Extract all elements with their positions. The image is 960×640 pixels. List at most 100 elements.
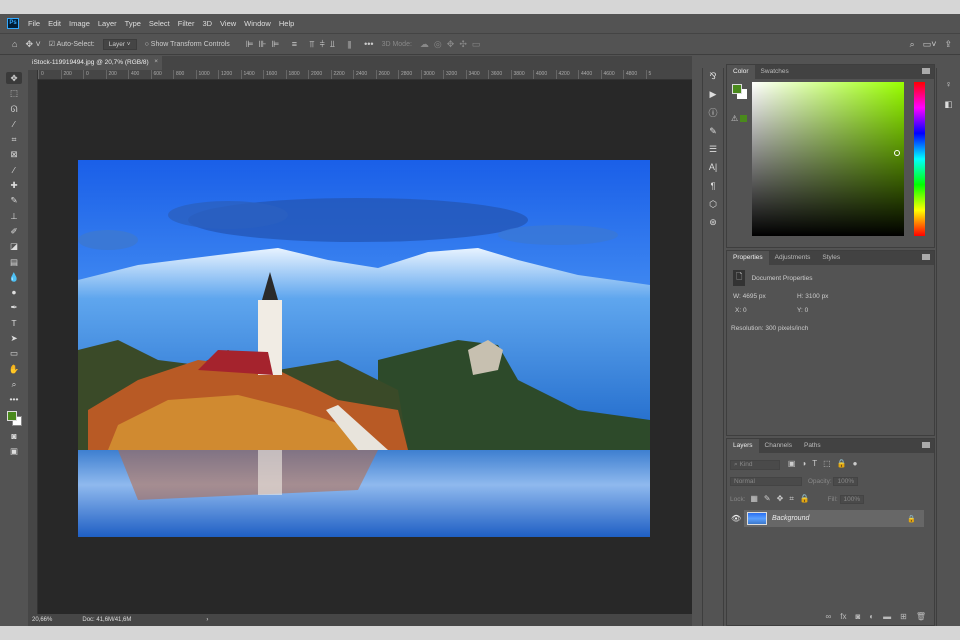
crop-tool-icon[interactable]: ⌗ bbox=[6, 133, 22, 145]
panel-menu-icon[interactable] bbox=[922, 442, 930, 448]
quick-mask-icon[interactable]: ◙ bbox=[6, 430, 22, 442]
lightbulb-icon[interactable]: ♀ bbox=[941, 78, 957, 90]
screen-mode-icon[interactable]: ▣ bbox=[6, 445, 22, 457]
close-icon[interactable]: × bbox=[154, 58, 158, 65]
foreground-swatch[interactable] bbox=[732, 84, 742, 94]
color-swatches[interactable] bbox=[6, 409, 22, 427]
dodge-tool-icon[interactable]: ● bbox=[6, 286, 22, 298]
tab-swatches[interactable]: Swatches bbox=[755, 65, 795, 79]
tab-channels[interactable]: Channels bbox=[759, 439, 798, 453]
brush-tool-icon[interactable]: ✎ bbox=[6, 194, 22, 206]
tab-styles[interactable]: Styles bbox=[816, 251, 846, 265]
menu-type[interactable]: Type bbox=[125, 19, 141, 28]
info-icon[interactable]: ⓘ bbox=[705, 107, 721, 119]
width-value[interactable]: W: 4695 px bbox=[733, 293, 766, 300]
eyedropper-icon[interactable]: ⁄ bbox=[6, 164, 22, 176]
move-tool-preset-icon[interactable]: ✥ ˅ bbox=[25, 39, 40, 50]
trash-icon[interactable]: 🗑 bbox=[916, 612, 926, 621]
character-icon[interactable]: A| bbox=[705, 161, 721, 173]
menu-image[interactable]: Image bbox=[69, 19, 90, 28]
tab-paths[interactable]: Paths bbox=[798, 439, 827, 453]
x-value[interactable]: X: 0 bbox=[735, 307, 747, 314]
menu-window[interactable]: Window bbox=[244, 19, 271, 28]
paragraph-icon[interactable]: ¶ bbox=[705, 180, 721, 192]
menu-layer[interactable]: Layer bbox=[98, 19, 117, 28]
document-tab[interactable]: iStock-119919494.jpg @ 20,7% (RGB/8) × bbox=[28, 56, 162, 70]
blend-mode-dropdown[interactable]: Normal bbox=[730, 477, 802, 486]
new-layer-icon[interactable]: ⊞ bbox=[900, 612, 907, 621]
menu-view[interactable]: View bbox=[220, 19, 236, 28]
fx-icon[interactable]: fx bbox=[840, 612, 846, 621]
zoom-tool-icon[interactable]: ⌕ bbox=[6, 378, 22, 390]
3d-icon[interactable]: ⬡ bbox=[705, 198, 721, 210]
group-folder-icon[interactable]: ▬ bbox=[883, 612, 891, 621]
color-field[interactable] bbox=[752, 82, 904, 236]
show-transform-checkbox[interactable]: ○ Show Transform Controls bbox=[145, 41, 230, 48]
libraries-icon[interactable]: ◧ bbox=[941, 98, 957, 110]
color-picker-handle[interactable] bbox=[894, 150, 900, 156]
path-selection-icon[interactable]: ➤ bbox=[6, 332, 22, 344]
learn-icon[interactable]: ⊛ bbox=[705, 216, 721, 228]
frame-tool-icon[interactable]: ⊠ bbox=[6, 148, 22, 160]
link-icon[interactable]: ∞ bbox=[826, 612, 832, 621]
tab-color[interactable]: Color bbox=[727, 65, 755, 79]
panel-menu-icon[interactable] bbox=[922, 254, 930, 260]
adjustment-layer-icon[interactable]: ◐ bbox=[869, 612, 874, 621]
layer-filter-icons[interactable]: ▣◑T⬚🔒● bbox=[788, 459, 864, 468]
document-image[interactable] bbox=[78, 160, 650, 537]
tab-adjustments[interactable]: Adjustments bbox=[769, 251, 817, 265]
more-options-icon[interactable]: ••• bbox=[364, 39, 373, 49]
zoom-level[interactable]: 20,66% bbox=[32, 617, 52, 623]
opacity-field[interactable]: 100% bbox=[833, 477, 859, 486]
hand-tool-icon[interactable]: ✋ bbox=[6, 363, 22, 375]
fill-field[interactable]: 100% bbox=[839, 495, 865, 504]
canvas-area[interactable] bbox=[38, 80, 692, 614]
foreground-color[interactable] bbox=[7, 410, 17, 421]
menu-file[interactable]: File bbox=[28, 19, 40, 28]
tab-properties[interactable]: Properties bbox=[727, 251, 769, 265]
mask-icon[interactable]: ◙ bbox=[855, 612, 860, 621]
healing-brush-icon[interactable]: ✚ bbox=[6, 179, 22, 191]
history-icon[interactable]: ⅋ bbox=[705, 70, 721, 82]
type-tool-icon[interactable]: T bbox=[6, 317, 22, 329]
layer-name[interactable]: Background bbox=[772, 515, 809, 522]
auto-select-target-dropdown[interactable]: Layer ˅ bbox=[102, 38, 137, 50]
actions-play-icon[interactable]: ▶ bbox=[705, 88, 721, 100]
marquee-tool-icon[interactable]: ⬚ bbox=[6, 87, 22, 99]
workspace-icon[interactable]: ▭˅ bbox=[923, 39, 937, 50]
panel-menu-icon[interactable] bbox=[922, 68, 930, 74]
auto-select-checkbox[interactable]: ☑ Auto-Select: bbox=[49, 40, 95, 48]
lasso-tool-icon[interactable]: ᘏ bbox=[6, 103, 22, 115]
align-icons[interactable]: ⊫⊪⊫ ≡ ⫪⫩⫫ ⦀ bbox=[246, 39, 356, 50]
rectangle-tool-icon[interactable]: ▭ bbox=[6, 347, 22, 359]
magic-wand-icon[interactable]: ⁄ bbox=[6, 118, 22, 130]
layer-row-background[interactable]: 👁 Background 🔒 bbox=[731, 510, 924, 527]
tab-layers[interactable]: Layers bbox=[727, 439, 759, 453]
menu-edit[interactable]: Edit bbox=[48, 19, 61, 28]
layer-kind-filter[interactable]: ⌕ Kind bbox=[730, 460, 780, 470]
adjustments-icon[interactable]: ☰ bbox=[705, 143, 721, 155]
y-value[interactable]: Y: 0 bbox=[797, 307, 808, 314]
eye-icon[interactable]: 👁 bbox=[731, 514, 741, 523]
blur-tool-icon[interactable]: 💧 bbox=[6, 271, 22, 283]
pen-tool-icon[interactable]: ✒ bbox=[6, 301, 22, 313]
search-icon[interactable]: ⌕ bbox=[910, 39, 915, 50]
menu-select[interactable]: Select bbox=[149, 19, 170, 28]
height-value[interactable]: H: 3100 px bbox=[797, 293, 828, 300]
eraser-icon[interactable]: ◪ bbox=[6, 240, 22, 252]
home-icon[interactable]: ⌂ bbox=[12, 39, 17, 49]
lock-icons[interactable]: ▦✎✥⌗🔒 bbox=[750, 494, 815, 503]
menu-3d[interactable]: 3D bbox=[202, 19, 212, 28]
menu-filter[interactable]: Filter bbox=[178, 19, 195, 28]
hue-slider[interactable] bbox=[914, 82, 925, 236]
history-brush-icon[interactable]: ✐ bbox=[6, 225, 22, 237]
gradient-tool-icon[interactable]: ▤ bbox=[6, 256, 22, 268]
status-menu-arrow-icon[interactable]: › bbox=[206, 617, 208, 623]
3d-tools-icons[interactable]: ☁◎✥✣▭ bbox=[420, 39, 485, 50]
move-tool-icon[interactable]: ✥ bbox=[6, 72, 22, 85]
share-icon[interactable]: ⇪ bbox=[944, 39, 952, 50]
more-tools-icon[interactable]: ••• bbox=[6, 393, 22, 405]
web-color-swatch[interactable] bbox=[740, 115, 747, 122]
clone-stamp-icon[interactable]: ⊥ bbox=[6, 210, 22, 222]
menu-help[interactable]: Help bbox=[279, 19, 294, 28]
